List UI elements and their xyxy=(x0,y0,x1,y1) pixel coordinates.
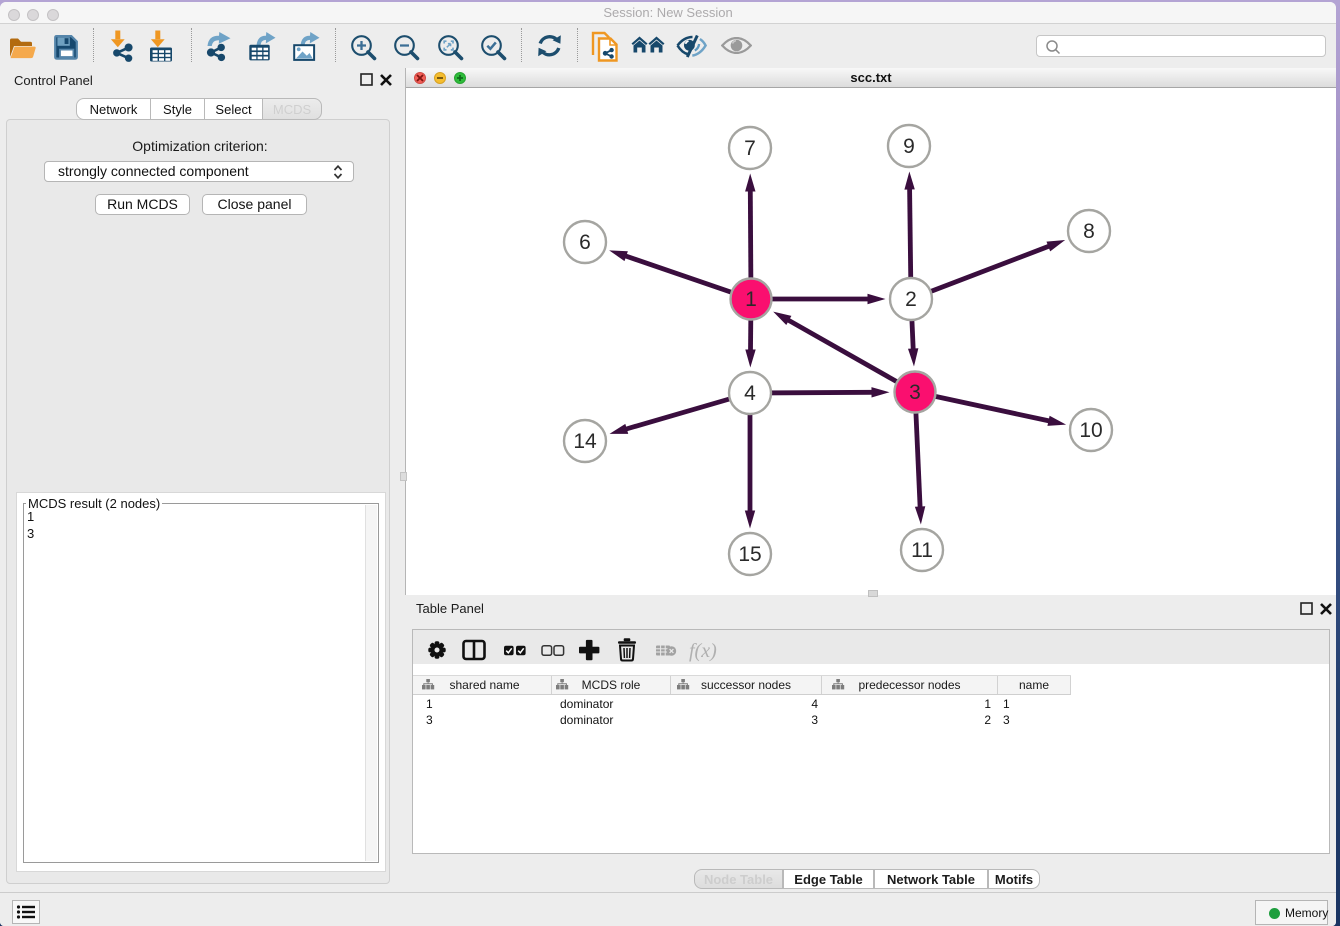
svg-text:2: 2 xyxy=(905,288,917,311)
svg-text:3: 3 xyxy=(909,381,921,404)
svg-text:15: 15 xyxy=(738,543,761,566)
svg-text:10: 10 xyxy=(1079,419,1102,442)
svg-text:9: 9 xyxy=(903,135,915,158)
svg-text:f(x): f(x) xyxy=(689,640,717,662)
svg-text:7: 7 xyxy=(744,137,756,160)
svg-text:14: 14 xyxy=(573,430,597,453)
svg-text:6: 6 xyxy=(579,231,591,254)
svg-text:8: 8 xyxy=(1083,220,1095,243)
svg-text:11: 11 xyxy=(911,539,933,562)
svg-text:4: 4 xyxy=(744,382,756,405)
svg-text:1: 1 xyxy=(745,288,757,311)
